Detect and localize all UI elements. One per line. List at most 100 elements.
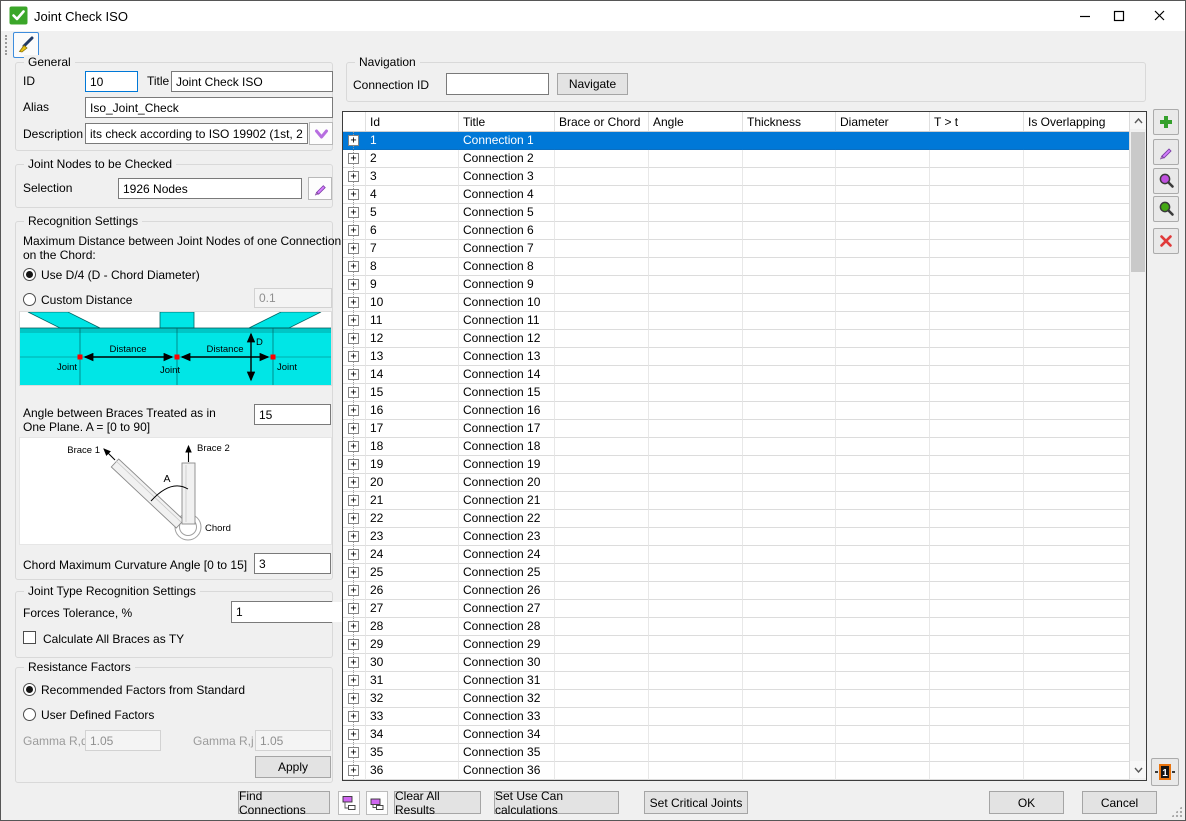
zoom-to-selected-button[interactable] xyxy=(1153,168,1179,194)
expand-icon[interactable]: + xyxy=(348,135,359,146)
zoom-to-all-button[interactable] xyxy=(1153,196,1179,222)
maximize-button[interactable] xyxy=(1101,1,1137,30)
cancel-button[interactable]: Cancel xyxy=(1082,791,1157,814)
table-row[interactable]: + 33 Connection 33 xyxy=(343,708,1129,726)
find-connections-button[interactable]: Find Connections xyxy=(238,791,330,814)
calc-braces-ty-checkbox[interactable] xyxy=(23,631,36,644)
curvature-field[interactable] xyxy=(254,553,331,574)
expand-icon[interactable]: + xyxy=(348,405,359,416)
table-row[interactable]: + 30 Connection 30 xyxy=(343,654,1129,672)
table-row[interactable]: + 9 Connection 9 xyxy=(343,276,1129,294)
close-button[interactable] xyxy=(1141,1,1177,30)
table-row[interactable]: + 5 Connection 5 xyxy=(343,204,1129,222)
scroll-up-button[interactable] xyxy=(1130,112,1146,129)
set-critical-joints-button[interactable]: Set Critical Joints xyxy=(644,791,748,814)
header-diameter[interactable]: Diameter xyxy=(836,112,930,131)
apply-button[interactable]: Apply xyxy=(255,756,331,778)
resize-grip[interactable] xyxy=(1171,806,1182,817)
table-row[interactable]: + 22 Connection 22 xyxy=(343,510,1129,528)
edit-selection-button[interactable] xyxy=(308,177,332,200)
table-row[interactable]: + 13 Connection 13 xyxy=(343,348,1129,366)
minimize-button[interactable] xyxy=(1067,1,1103,30)
header-brace-or-chord[interactable]: Brace or Chord xyxy=(555,112,649,131)
expand-icon[interactable]: + xyxy=(348,207,359,218)
titlebar[interactable]: Joint Check ISO xyxy=(1,1,1185,31)
brace-angle-field[interactable] xyxy=(254,404,331,425)
table-row[interactable]: + 28 Connection 28 xyxy=(343,618,1129,636)
table-row[interactable]: + 1 Connection 1 xyxy=(343,132,1129,150)
clear-all-results-button[interactable]: Clear All Results xyxy=(394,791,481,814)
expand-icon[interactable]: + xyxy=(348,459,359,470)
radio-recommended-factors[interactable] xyxy=(23,683,36,696)
expand-icon[interactable]: + xyxy=(348,333,359,344)
scroll-down-button[interactable] xyxy=(1130,761,1146,778)
expand-icon[interactable]: + xyxy=(348,549,359,560)
table-row[interactable]: + 3 Connection 3 xyxy=(343,168,1129,186)
forces-tolerance-spinner[interactable] xyxy=(231,601,332,623)
table-row[interactable]: + 10 Connection 10 xyxy=(343,294,1129,312)
expand-icon[interactable]: + xyxy=(348,441,359,452)
expand-icon[interactable]: + xyxy=(348,189,359,200)
table-row[interactable]: + 8 Connection 8 xyxy=(343,258,1129,276)
table-row[interactable]: + 6 Connection 6 xyxy=(343,222,1129,240)
id-field[interactable] xyxy=(85,71,138,92)
radio-use-d4[interactable] xyxy=(23,268,36,281)
expand-icon[interactable]: + xyxy=(348,765,359,776)
scrollbar-thumb[interactable] xyxy=(1131,132,1145,272)
table-row[interactable]: + 19 Connection 19 xyxy=(343,456,1129,474)
description-field[interactable] xyxy=(85,123,308,144)
set-use-can-calculations-button[interactable]: Set Use Can calculations xyxy=(494,791,619,814)
table-row[interactable]: + 23 Connection 23 xyxy=(343,528,1129,546)
add-button[interactable] xyxy=(1153,109,1179,135)
table-row[interactable]: + 25 Connection 25 xyxy=(343,564,1129,582)
table-row[interactable]: + 31 Connection 31 xyxy=(343,672,1129,690)
expand-icon[interactable]: + xyxy=(348,279,359,290)
expand-icon[interactable]: + xyxy=(348,531,359,542)
table-row[interactable]: + 21 Connection 21 xyxy=(343,492,1129,510)
table-row[interactable]: + 11 Connection 11 xyxy=(343,312,1129,330)
expand-icon[interactable]: + xyxy=(348,171,359,182)
table-row[interactable]: + 26 Connection 26 xyxy=(343,582,1129,600)
table-row[interactable]: + 32 Connection 32 xyxy=(343,690,1129,708)
collapse-all-button[interactable] xyxy=(366,791,388,815)
navigate-button[interactable]: Navigate xyxy=(557,73,628,95)
expand-icon[interactable]: + xyxy=(348,675,359,686)
header-title[interactable]: Title xyxy=(459,112,555,131)
table-row[interactable]: + 7 Connection 7 xyxy=(343,240,1129,258)
expand-icon[interactable]: + xyxy=(348,351,359,362)
header-t-gt-t[interactable]: T > t xyxy=(930,112,1024,131)
toolbar-gripper[interactable] xyxy=(5,35,11,55)
table-row[interactable]: + 16 Connection 16 xyxy=(343,402,1129,420)
expand-icon[interactable]: + xyxy=(348,225,359,236)
selection-field[interactable] xyxy=(118,178,302,199)
table-row[interactable]: + 4 Connection 4 xyxy=(343,186,1129,204)
show-numbers-button[interactable]: 1 xyxy=(1151,758,1179,786)
expand-icon[interactable]: + xyxy=(348,693,359,704)
title-field[interactable] xyxy=(171,71,333,92)
table-row[interactable]: + 17 Connection 17 xyxy=(343,420,1129,438)
expand-icon[interactable]: + xyxy=(348,477,359,488)
header-angle[interactable]: Angle xyxy=(649,112,743,131)
expand-icon[interactable]: + xyxy=(348,639,359,650)
expand-icon[interactable]: + xyxy=(348,261,359,272)
radio-user-factors[interactable] xyxy=(23,708,36,721)
expand-all-button[interactable] xyxy=(338,791,360,815)
expand-icon[interactable]: + xyxy=(348,297,359,308)
expand-icon[interactable]: + xyxy=(348,729,359,740)
table-row[interactable]: + 18 Connection 18 xyxy=(343,438,1129,456)
description-expand-button[interactable] xyxy=(309,122,333,145)
table-row[interactable]: + 35 Connection 35 xyxy=(343,744,1129,762)
expand-icon[interactable]: + xyxy=(348,495,359,506)
alias-field[interactable] xyxy=(85,97,333,118)
expand-icon[interactable]: + xyxy=(348,153,359,164)
expand-icon[interactable]: + xyxy=(348,243,359,254)
expand-icon[interactable]: + xyxy=(348,315,359,326)
connection-id-field[interactable] xyxy=(446,73,549,95)
expand-icon[interactable]: + xyxy=(348,747,359,758)
header-thickness[interactable]: Thickness xyxy=(743,112,836,131)
header-id[interactable]: Id xyxy=(366,112,459,131)
expand-icon[interactable]: + xyxy=(348,423,359,434)
table-row[interactable]: + 14 Connection 14 xyxy=(343,366,1129,384)
table-row[interactable]: + 2 Connection 2 xyxy=(343,150,1129,168)
table-row[interactable]: + 27 Connection 27 xyxy=(343,600,1129,618)
